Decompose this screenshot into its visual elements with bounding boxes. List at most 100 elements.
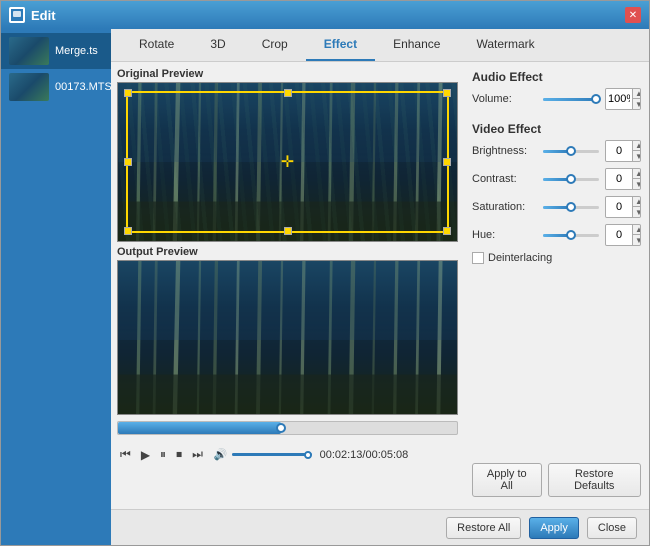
volume-arrows: ▲ ▼: [632, 89, 641, 109]
volume-label: Volume:: [472, 93, 537, 105]
brightness-up-button[interactable]: ▲: [633, 141, 641, 151]
sidebar-label-file: 00173.MTS: [55, 81, 112, 93]
brightness-arrows: ▲ ▼: [632, 141, 641, 161]
contrast-track[interactable]: [543, 178, 599, 181]
contrast-value[interactable]: [606, 169, 632, 189]
output-preview-content: [118, 261, 457, 414]
deinterlace-checkbox[interactable]: [472, 252, 484, 264]
audio-effect-section: Audio Effect Volume:: [472, 70, 641, 116]
restore-all-button[interactable]: Restore All: [446, 517, 521, 539]
hue-value[interactable]: [606, 225, 632, 245]
volume-spinbox: ▲ ▼: [605, 88, 641, 110]
crop-handle-rm[interactable]: [443, 158, 451, 166]
volume-slider[interactable]: [232, 453, 312, 456]
output-preview-label: Output Preview: [117, 246, 458, 258]
contrast-down-button[interactable]: ▼: [633, 179, 641, 189]
apply-button[interactable]: Apply: [529, 517, 579, 539]
original-preview-content: ✛: [118, 83, 457, 241]
contrast-up-button[interactable]: ▲: [633, 169, 641, 179]
crosshair-icon: ✛: [281, 152, 294, 172]
sidebar: Merge.ts 00173.MTS: [1, 29, 111, 545]
apply-to-all-button[interactable]: Apply to All: [472, 463, 542, 497]
stop-button[interactable]: ⏹: [173, 445, 185, 464]
hue-label: Hue:: [472, 229, 537, 241]
crop-handle-tr[interactable]: [443, 89, 451, 97]
crop-handle-tm[interactable]: [284, 89, 292, 97]
saturation-value[interactable]: [606, 197, 632, 217]
tab-effect[interactable]: Effect: [306, 29, 375, 61]
crop-handle-br[interactable]: [443, 227, 451, 235]
video-panel: Original Preview: [111, 62, 464, 509]
contrast-slider-container: [543, 171, 599, 187]
brightness-down-button[interactable]: ▼: [633, 151, 641, 161]
tab-rotate[interactable]: Rotate: [121, 29, 192, 61]
play-button[interactable]: ▶: [138, 446, 153, 464]
tab-watermark[interactable]: Watermark: [458, 29, 552, 61]
volume-down-button[interactable]: ▼: [633, 99, 641, 109]
playback-controls: ⏮ ▶ ⏸ ⏹ ⏭ 🔊 00:02:13/00:05:08: [117, 441, 458, 468]
brightness-label: Brightness:: [472, 145, 537, 157]
app-icon: [9, 7, 25, 23]
saturation-track[interactable]: [543, 206, 599, 209]
original-preview-box: ✛: [117, 82, 458, 242]
saturation-thumb: [566, 202, 576, 212]
crop-handle-bm[interactable]: [284, 227, 292, 235]
progress-fill: [118, 422, 281, 434]
crop-handle-lm[interactable]: [124, 158, 132, 166]
tab-crop[interactable]: Crop: [244, 29, 306, 61]
brightness-spinbox: ▲ ▼: [605, 140, 641, 162]
hue-up-button[interactable]: ▲: [633, 225, 641, 235]
brightness-thumb: [566, 146, 576, 156]
volume-row: Volume:: [472, 88, 641, 110]
skip-start-button[interactable]: ⏮: [117, 445, 134, 464]
skip-end-button[interactable]: ⏭: [189, 445, 206, 464]
sidebar-thumb-file: [9, 73, 49, 101]
brightness-track[interactable]: [543, 150, 599, 153]
volume-value[interactable]: [606, 89, 632, 109]
hue-thumb: [566, 230, 576, 240]
effects-panel: Audio Effect Volume:: [464, 62, 649, 509]
sidebar-item-merge[interactable]: Merge.ts: [1, 33, 111, 69]
hue-track[interactable]: [543, 234, 599, 237]
tab-enhance[interactable]: Enhance: [375, 29, 458, 61]
main-body: Original Preview: [111, 62, 649, 509]
sidebar-label-merge: Merge.ts: [55, 45, 103, 57]
video-effect-title: Video Effect: [472, 122, 641, 136]
volume-track[interactable]: [543, 98, 599, 101]
video-effect-section: Video Effect Brightness:: [472, 122, 641, 264]
contrast-label: Contrast:: [472, 173, 537, 185]
progress-bar[interactable]: [117, 421, 458, 435]
edit-window: Edit ✕ Merge.ts 00173.MTS Rotate: [0, 0, 650, 546]
output-preview-section: Output Preview: [117, 246, 458, 415]
saturation-up-button[interactable]: ▲: [633, 197, 641, 207]
hue-down-button[interactable]: ▼: [633, 235, 641, 245]
crop-handle-bl[interactable]: [124, 227, 132, 235]
close-window-button[interactable]: ✕: [625, 7, 641, 23]
saturation-down-button[interactable]: ▼: [633, 207, 641, 217]
saturation-row: Saturation:: [472, 196, 641, 218]
volume-up-button[interactable]: ▲: [633, 89, 641, 99]
close-button[interactable]: Close: [587, 517, 637, 539]
sidebar-item-file[interactable]: 00173.MTS: [1, 69, 111, 105]
contrast-arrows: ▲ ▼: [632, 169, 641, 189]
footer-bar: Restore All Apply Close: [111, 509, 649, 545]
pause-button[interactable]: ⏸: [157, 445, 169, 464]
volume-slider-container: [543, 91, 599, 107]
saturation-label: Saturation:: [472, 201, 537, 213]
hue-arrows: ▲ ▼: [632, 225, 641, 245]
deinterlace-label: Deinterlacing: [488, 252, 552, 264]
original-preview-label: Original Preview: [117, 68, 458, 80]
contrast-row: Contrast:: [472, 168, 641, 190]
contrast-spinbox: ▲ ▼: [605, 168, 641, 190]
brightness-value[interactable]: [606, 141, 632, 161]
tabs-bar: Rotate 3D Crop Effect Enhance Watermark: [111, 29, 649, 62]
original-preview-section: Original Preview: [117, 68, 458, 242]
audio-effect-title: Audio Effect: [472, 70, 641, 84]
crop-handle-tl[interactable]: [124, 89, 132, 97]
tab-3d[interactable]: 3D: [192, 29, 243, 61]
restore-defaults-button[interactable]: Restore Defaults: [548, 463, 642, 497]
saturation-slider-container: [543, 199, 599, 215]
deinterlace-row: Deinterlacing: [472, 252, 641, 264]
volume-icon: 🔊: [214, 448, 228, 461]
main-panel: Rotate 3D Crop Effect Enhance Watermark …: [111, 29, 649, 545]
